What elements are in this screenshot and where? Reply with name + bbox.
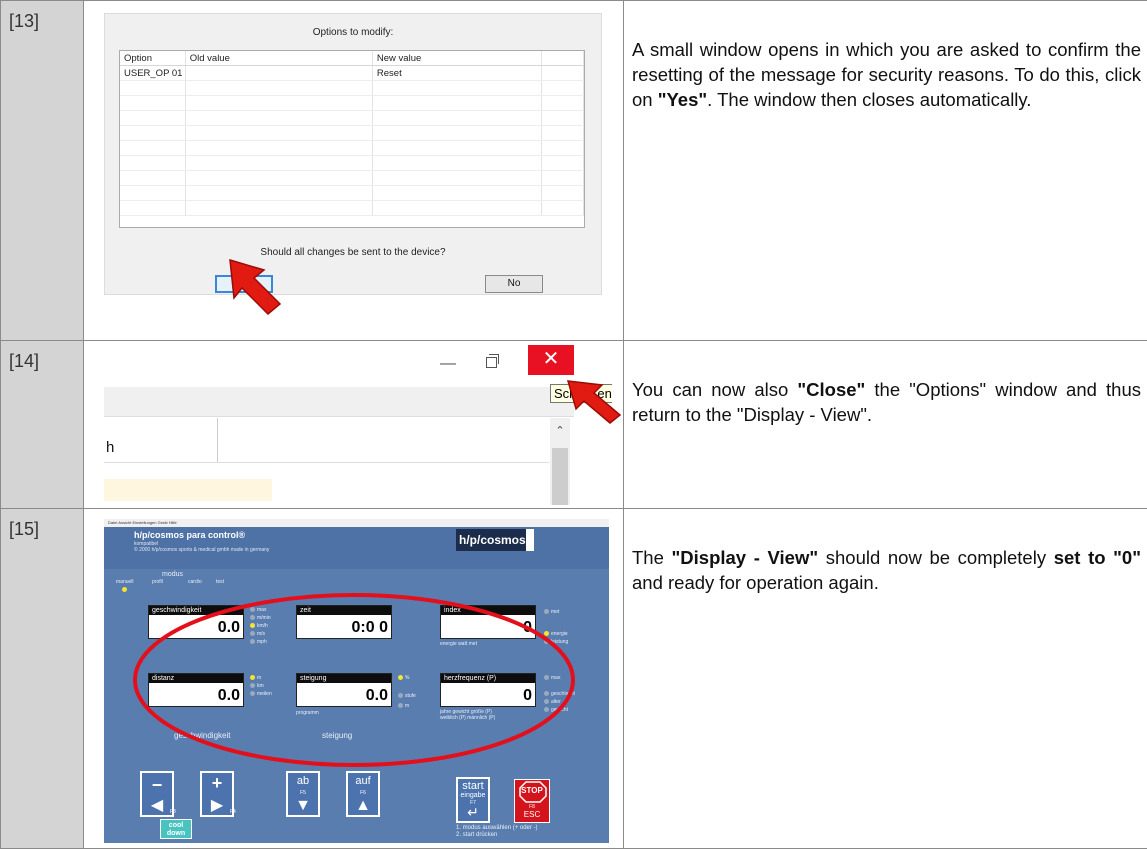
highlight-ellipse (104, 519, 609, 843)
options-window-titlebar: — ✕ h ⌃ Schließen (104, 345, 612, 505)
step-number: [15] (1, 509, 84, 849)
column-header-option: Option (120, 51, 186, 65)
step-row-13: [13] Options to modify: Option Old value… (1, 1, 1147, 341)
minimize-icon[interactable]: — (440, 355, 456, 373)
scroll-up-icon[interactable]: ⌃ (550, 424, 570, 437)
table-row (120, 141, 584, 156)
column-header-new-value: New value (373, 51, 542, 65)
cell-old-value (186, 66, 373, 80)
close-button[interactable]: ✕ (528, 345, 574, 375)
text-segment: You can now also (632, 379, 797, 400)
step-description: You can now also "Close" the "Options" w… (624, 341, 1147, 509)
options-confirm-dialog: Options to modify: Option Old value New … (104, 13, 602, 295)
step-number: [14] (1, 341, 84, 509)
confirm-question: Should all changes be sent to the device… (105, 247, 601, 258)
text-segment: should now be completely (818, 547, 1054, 568)
para-control-display: Datei Ansicht Einstellungen Gerät Hilfe … (104, 519, 609, 843)
step-row-15: [15] Datei Ansicht Einstellungen Gerät H… (1, 509, 1147, 849)
no-button[interactable]: No (485, 275, 543, 293)
table-row (120, 126, 584, 141)
table-row (120, 156, 584, 171)
dialog-title: Options to modify: (105, 27, 601, 38)
steps-table: [13] Options to modify: Option Old value… (0, 0, 1147, 849)
step-description: The "Display - View" should now be compl… (624, 509, 1147, 849)
text-segment: . The window then closes automatically. (707, 89, 1031, 110)
step-description: A small window opens in which you are as… (624, 1, 1147, 341)
text-emphasis: "Yes" (658, 89, 707, 110)
divider (104, 462, 549, 463)
table-row (120, 111, 584, 126)
partial-text: h (106, 439, 114, 456)
table-row (120, 96, 584, 111)
step-row-14: [14] — ✕ h ⌃ Schließen (1, 341, 1147, 509)
column-header-old-value: Old value (186, 51, 373, 65)
pointer-arrow-icon (564, 375, 624, 425)
table-row (120, 171, 584, 186)
scrollbar[interactable]: ⌃ (550, 418, 570, 505)
table-row (120, 81, 584, 96)
table-row (120, 201, 584, 216)
table-row[interactable]: USER_OP 01 Reset (120, 66, 584, 81)
toolbar-band (104, 387, 574, 417)
column-header-extra (542, 51, 584, 65)
text-segment: and ready for operation again. (632, 572, 879, 593)
options-grid: Option Old value New value USER_OP 01 Re… (119, 50, 585, 228)
pointer-arrow-icon (224, 256, 284, 318)
text-emphasis: "Close" (797, 379, 865, 400)
text-emphasis: "Display - View" (672, 547, 819, 568)
scroll-thumb[interactable] (552, 448, 568, 505)
text-segment: The (632, 547, 672, 568)
highlight-field (104, 479, 272, 501)
cell-option: USER_OP 01 (120, 66, 186, 80)
step-screenshot: Options to modify: Option Old value New … (84, 1, 624, 341)
step-screenshot: — ✕ h ⌃ Schließen (84, 341, 624, 509)
instruction-document: [13] Options to modify: Option Old value… (0, 0, 1147, 848)
step-screenshot: Datei Ansicht Einstellungen Gerät Hilfe … (84, 509, 624, 849)
cell-new-value: Reset (373, 66, 542, 80)
divider (217, 418, 218, 462)
cell-extra (542, 66, 584, 80)
table-row (120, 186, 584, 201)
maximize-icon[interactable] (486, 357, 497, 368)
text-emphasis: set to "0" (1054, 547, 1141, 568)
step-number: [13] (1, 1, 84, 341)
grid-header: Option Old value New value (120, 51, 584, 66)
